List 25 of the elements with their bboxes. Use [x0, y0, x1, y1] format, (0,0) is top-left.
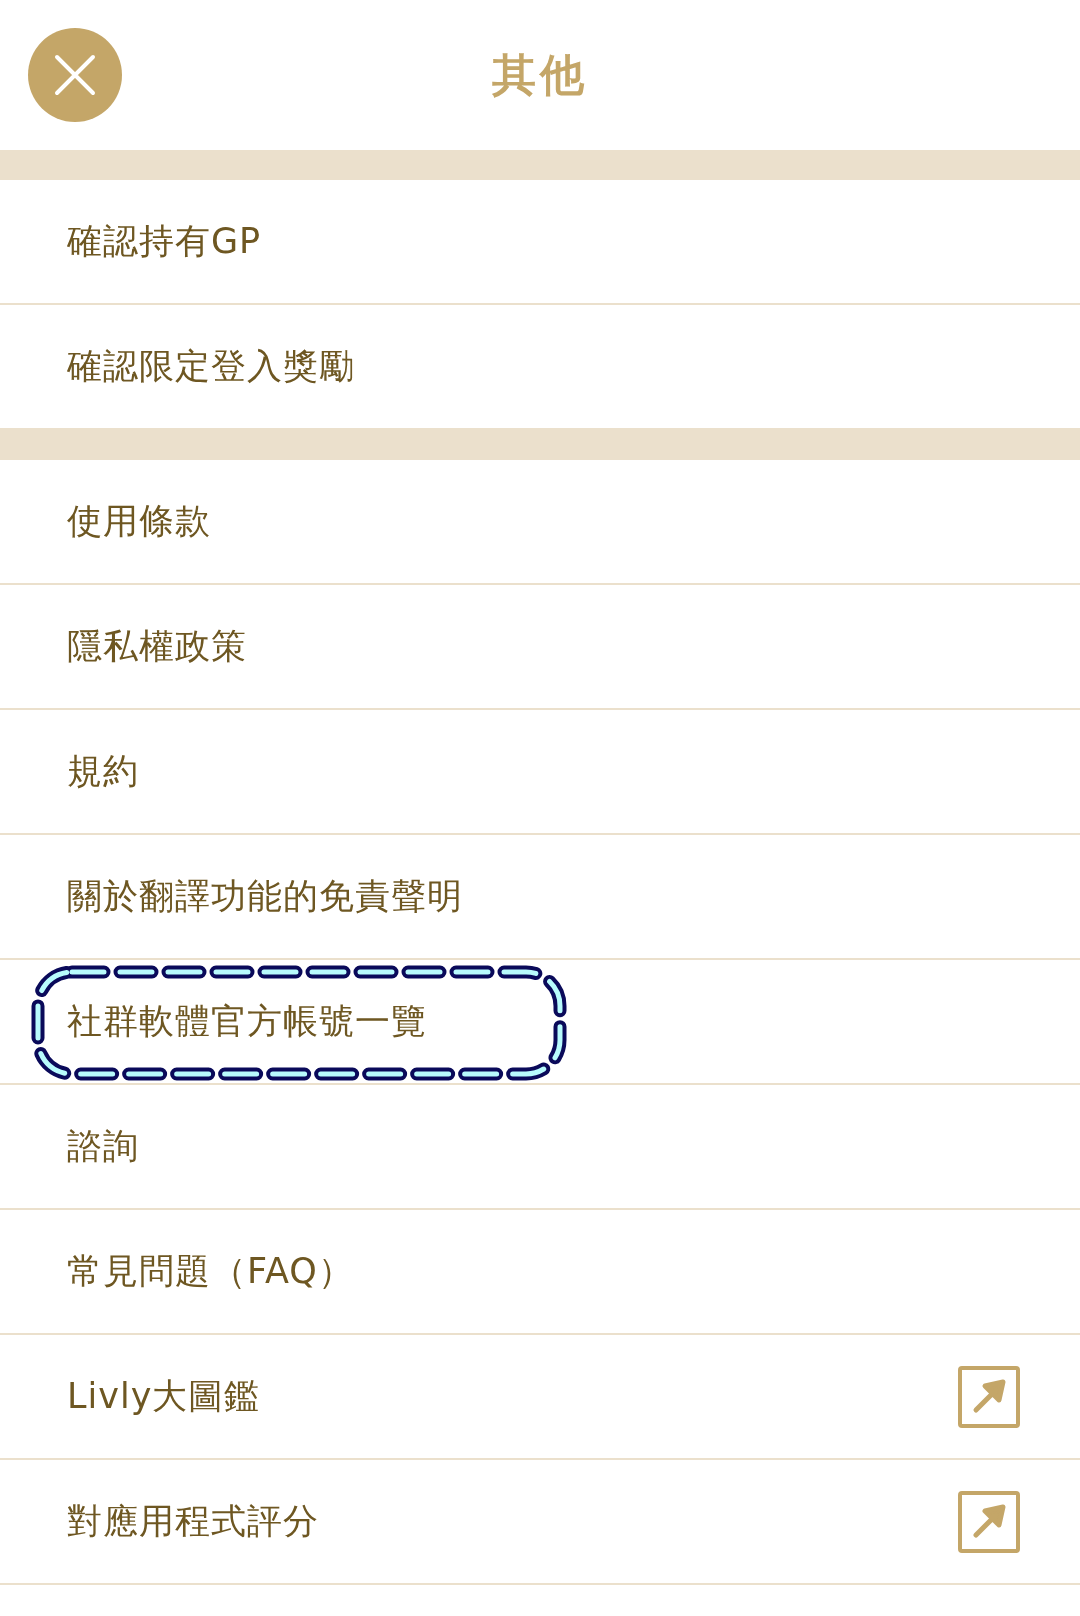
- menu-item-label: 常見問題（FAQ）: [67, 1250, 354, 1293]
- external-link-icon: [958, 1365, 1020, 1428]
- menu-item[interactable]: 常見問題（FAQ）: [0, 1210, 1080, 1335]
- menu-item-label: 確認持有GP: [67, 220, 262, 263]
- menu-item-label: 社群軟體官方帳號一覽: [67, 1000, 427, 1043]
- menu-item[interactable]: 使用條款: [0, 460, 1080, 585]
- menu-item[interactable]: 社群軟體官方帳號一覽: [0, 960, 1080, 1085]
- menu-item-label: 隱私權政策: [67, 625, 247, 668]
- menu-item[interactable]: 對應用程式評分: [0, 1460, 1080, 1585]
- menu-item[interactable]: 諮詢: [0, 1085, 1080, 1210]
- menu-item[interactable]: 確認持有GP: [0, 180, 1080, 305]
- menu-item-label: Livly大圖鑑: [67, 1375, 261, 1418]
- menu-item[interactable]: 規約: [0, 710, 1080, 835]
- menu-item[interactable]: 關於翻譯功能的免責聲明: [0, 835, 1080, 960]
- menu-item[interactable]: Livly大圖鑑: [0, 1335, 1080, 1460]
- page-title: 其他: [492, 47, 588, 102]
- external-link-icon: [958, 1490, 1020, 1553]
- menu-item-label: 確認限定登入獎勵: [67, 345, 355, 388]
- menu-item[interactable]: 隱私權政策: [0, 585, 1080, 710]
- menu-item-label: 對應用程式評分: [67, 1500, 319, 1543]
- close-icon: [53, 53, 97, 97]
- menu-item-label: 使用條款: [67, 500, 211, 543]
- menu-item-label: 關於翻譯功能的免責聲明: [67, 875, 463, 918]
- menu-item-label: 規約: [67, 750, 139, 793]
- menu-item-label: 諮詢: [67, 1125, 139, 1168]
